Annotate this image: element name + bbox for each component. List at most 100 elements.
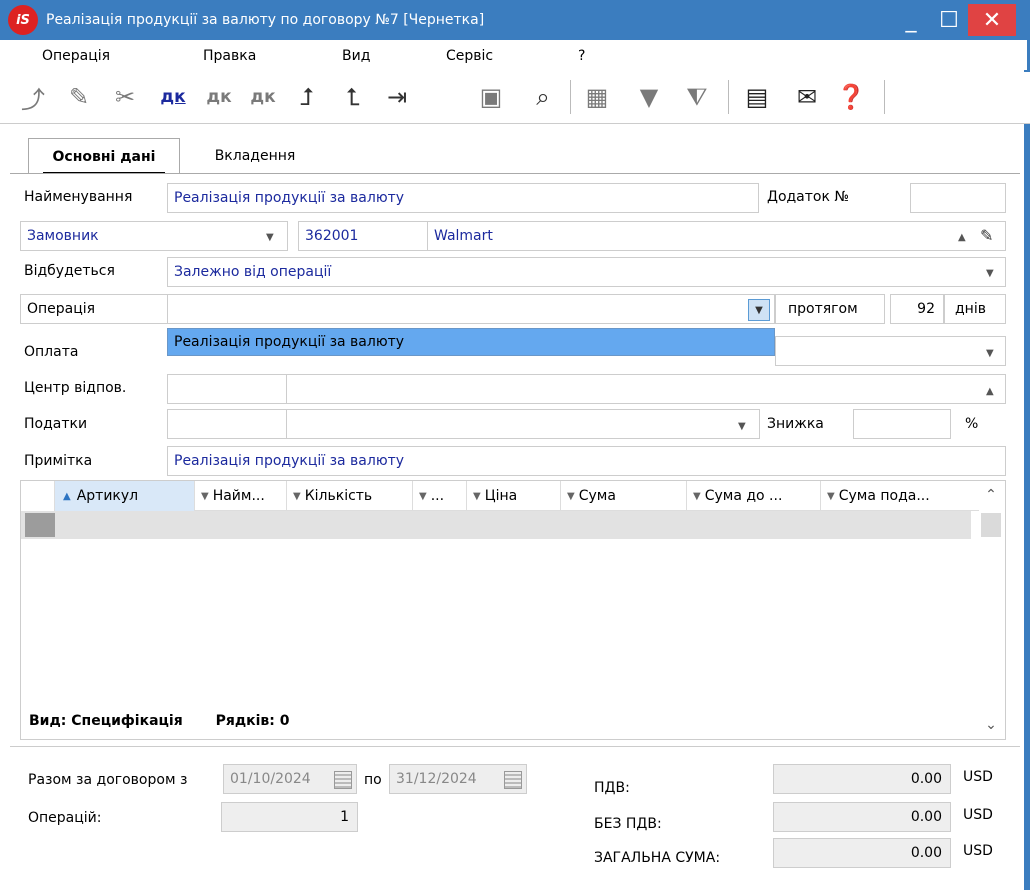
chevron-down-icon[interactable]: ▼ <box>738 421 746 432</box>
filter-arrow-icon: ▼ <box>473 490 481 502</box>
novat-currency: USD <box>963 807 993 823</box>
tab-bar: Основні дані Вкладення <box>0 124 1030 174</box>
toolbar-separator <box>570 80 571 114</box>
export-icon[interactable]: ⇥ <box>380 80 414 114</box>
mail-icon[interactable]: ✉ <box>790 80 824 114</box>
menu-view[interactable]: Вид <box>342 48 370 64</box>
debit-credit-icon[interactable]: дк <box>156 80 190 114</box>
toolbar-separator <box>728 80 729 114</box>
view-label: Вид: Специфікація <box>29 713 183 729</box>
filter-arrow-icon: ▼ <box>419 490 427 502</box>
operations-count-field: 1 <box>221 802 358 832</box>
chevron-up-icon[interactable]: ▲ <box>958 232 966 243</box>
taxes-code-field[interactable] <box>167 409 287 439</box>
calendar-icon[interactable] <box>504 771 522 789</box>
table-icon[interactable]: ▦ <box>580 80 614 114</box>
maximize-button[interactable]: ☐ <box>928 4 970 36</box>
sort-asc-icon: ▲ <box>63 490 71 502</box>
filter-icon[interactable]: ▼ <box>632 80 666 114</box>
close-button[interactable]: ✕ <box>968 4 1016 36</box>
search-icon[interactable]: ⌕ <box>526 80 560 114</box>
payment-select[interactable] <box>775 336 1006 366</box>
dropdown-option-sale[interactable]: Реалізація продукції за валюту <box>167 328 775 356</box>
scroll-down-icon[interactable]: ⌄ <box>977 717 1005 733</box>
column-header-price[interactable]: ▼ Ціна <box>467 481 561 511</box>
table-row[interactable] <box>21 511 971 539</box>
menu-bar: Операція Правка Вид Сервіс ? <box>0 40 1030 70</box>
center-code-field[interactable] <box>167 374 287 404</box>
column-header-quantity[interactable]: ▼ Кількість <box>287 481 413 511</box>
days-label: днів <box>944 294 1006 324</box>
taxes-select[interactable] <box>286 409 760 439</box>
print-icon[interactable]: ▣ <box>474 80 508 114</box>
scroll-thumb[interactable] <box>981 513 1001 537</box>
dropdown-button[interactable]: ▼ <box>748 299 770 321</box>
move-up-icon[interactable]: ⮥ <box>290 80 324 114</box>
name-field[interactable]: Реалізація продукції за валюту <box>167 183 759 213</box>
discount-field[interactable] <box>853 409 951 439</box>
column-header-name[interactable]: ▼ Найм... <box>195 481 287 511</box>
center-name-field[interactable] <box>286 374 1006 404</box>
calendar-icon[interactable] <box>334 771 352 789</box>
delete-doc-icon[interactable]: ✂ <box>108 80 142 114</box>
row-marker <box>25 513 55 537</box>
column-header-article[interactable]: ▲ Артикул <box>55 481 195 511</box>
grid-header: ▲ Артикул ▼ Найм... ▼ Кількість ▼... ▼ Ціна … <box>21 481 979 511</box>
vat-label: ПДВ: <box>594 780 630 796</box>
occurs-label: Відбудеться <box>24 263 115 279</box>
grid-footer: Вид: Специфікація Рядків: 0 <box>29 713 318 729</box>
add-doc-icon[interactable]: ⤴ <box>16 80 50 114</box>
minimize-button[interactable]: _ <box>890 4 932 36</box>
scroll-up-icon[interactable]: ⌃ <box>977 487 1005 503</box>
to-label: по <box>364 772 382 788</box>
help-icon[interactable]: ❓ <box>834 80 868 114</box>
occurs-select[interactable]: Залежно від операції <box>167 257 1006 287</box>
chevron-down-icon[interactable]: ▼ <box>986 348 994 359</box>
operations-label: Операцій: <box>28 810 102 826</box>
party-code-field[interactable]: 362001 <box>298 221 428 251</box>
debit-credit-copy-icon[interactable]: дк <box>202 80 236 114</box>
addendum-field[interactable] <box>910 183 1006 213</box>
column-header-unit[interactable]: ▼... <box>413 481 467 511</box>
debit-credit-delete-icon[interactable]: дк <box>246 80 280 114</box>
total-currency: USD <box>963 843 993 859</box>
total-sum-label: ЗАГАЛЬНА СУМА: <box>594 850 721 866</box>
filter-arrow-icon: ▼ <box>693 490 701 502</box>
tab-main-data[interactable]: Основні дані <box>28 138 180 174</box>
tab-attachments[interactable]: Вкладення <box>200 138 310 174</box>
toolbar-separator <box>884 80 885 114</box>
days-field[interactable]: 92 <box>890 294 944 324</box>
note-field[interactable]: Реалізація продукції за валюту <box>167 446 1006 476</box>
center-label: Центр відпов. <box>24 380 127 396</box>
document-icon[interactable]: ▤ <box>740 80 774 114</box>
menu-operation[interactable]: Операція <box>42 48 110 64</box>
chevron-up-icon[interactable]: ▲ <box>986 386 994 397</box>
column-header-sum[interactable]: ▼ Сума <box>561 481 687 511</box>
name-label: Найменування <box>24 189 133 205</box>
discount-label: Знижка <box>767 416 824 432</box>
clear-filter-icon[interactable]: ⧨ <box>680 80 714 114</box>
column-header-sum-before[interactable]: ▼ Сума до ... <box>687 481 821 511</box>
total-sum-field: 0.00 <box>773 838 951 868</box>
chevron-down-icon[interactable]: ▼ <box>986 268 994 279</box>
menu-edit[interactable]: Правка <box>203 48 256 64</box>
menu-service[interactable]: Сервіс <box>446 48 493 64</box>
vertical-scrollbar[interactable]: ⌃ ⌄ <box>977 481 1005 739</box>
filter-arrow-icon: ▼ <box>293 490 301 502</box>
tab-divider <box>10 173 1020 174</box>
edit-doc-icon[interactable]: ✎ <box>62 80 96 114</box>
column-header-sum-tax[interactable]: ▼ Сума пода... <box>821 481 969 511</box>
party-name-field[interactable]: Walmart <box>427 221 1006 251</box>
filter-arrow-icon: ▼ <box>201 490 209 502</box>
party-type-select[interactable]: Замовник <box>20 221 288 251</box>
window-title: Реалізація продукції за валюту по догово… <box>46 12 485 28</box>
addendum-label: Додаток № <box>767 189 849 205</box>
pencil-icon[interactable]: ✎ <box>980 226 993 245</box>
operation-select[interactable] <box>167 294 775 324</box>
app-logo-icon: iS <box>8 5 38 35</box>
move-down-icon[interactable]: ⮤ <box>336 80 370 114</box>
specification-grid[interactable]: ▲ Артикул ▼ Найм... ▼ Кількість ▼... ▼ Ціна … <box>20 480 1006 740</box>
grid-corner <box>21 481 55 511</box>
menu-help[interactable]: ? <box>578 48 585 64</box>
chevron-down-icon[interactable]: ▼ <box>266 232 274 243</box>
